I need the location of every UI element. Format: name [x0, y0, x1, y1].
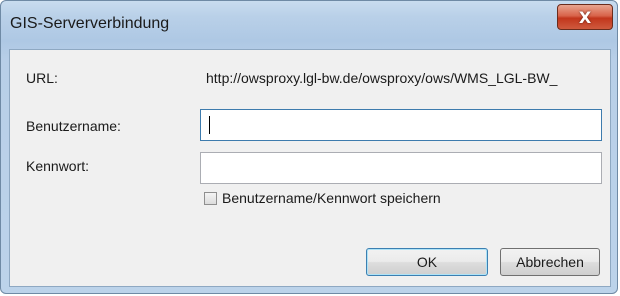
- ok-button-label: OK: [416, 254, 438, 270]
- dialog-window: GIS-Serververbindung X URL: http://owspr…: [0, 0, 618, 294]
- url-value: http://owsproxy.lgl-bw.de/owsproxy/ows/W…: [206, 70, 558, 86]
- title-bar[interactable]: GIS-Serververbindung X: [1, 1, 617, 41]
- save-credentials-label[interactable]: Benutzername/Kennwort speichern: [222, 190, 441, 206]
- text-caret: [209, 116, 210, 134]
- dialog-content: URL: http://owsproxy.lgl-bw.de/owsproxy/…: [9, 49, 611, 287]
- url-label: URL:: [26, 70, 58, 86]
- username-label: Benutzername:: [26, 118, 121, 134]
- password-label: Kennwort:: [26, 158, 90, 174]
- close-icon: X: [578, 7, 592, 27]
- username-field[interactable]: [200, 109, 602, 141]
- ok-button[interactable]: OK: [366, 248, 488, 276]
- password-field[interactable]: [200, 152, 602, 184]
- cancel-button[interactable]: Abbrechen: [500, 248, 600, 276]
- cancel-button-label: Abbrechen: [516, 254, 584, 270]
- save-credentials-checkbox[interactable]: [204, 191, 217, 205]
- save-credentials-row[interactable]: Benutzername/Kennwort speichern: [204, 190, 441, 206]
- dialog-title: GIS-Serververbindung: [10, 15, 170, 32]
- close-button[interactable]: X: [557, 4, 613, 30]
